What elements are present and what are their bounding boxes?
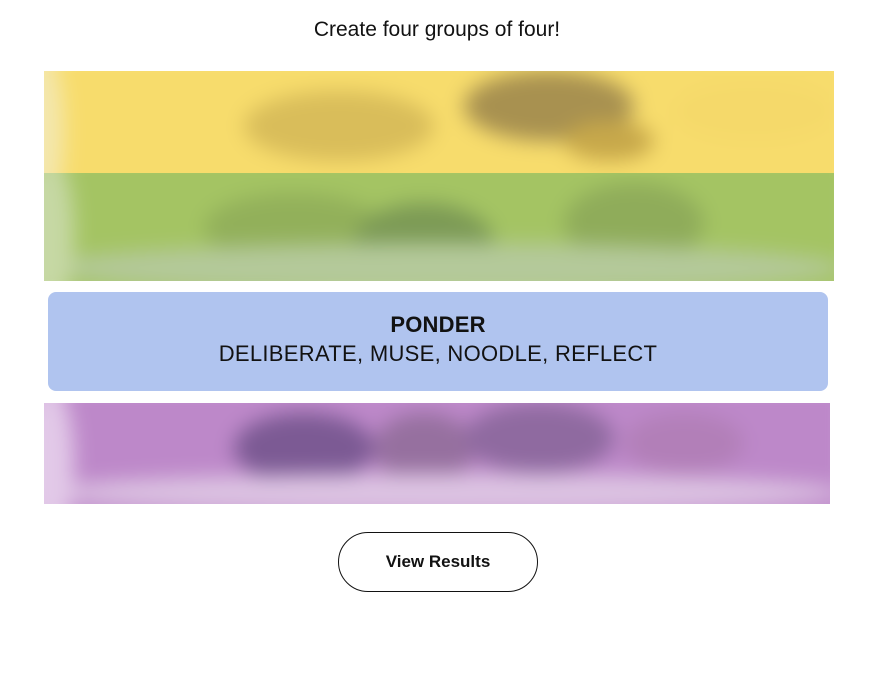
obscured-green-group <box>44 173 834 281</box>
game-board: Create four groups of four! PONDER DELIB… <box>0 0 891 680</box>
view-results-button[interactable]: View Results <box>338 532 538 592</box>
obscured-yellow-group <box>44 71 834 183</box>
solved-group-members: DELIBERATE, MUSE, NOODLE, REFLECT <box>218 341 658 366</box>
solved-group-category: PONDER <box>390 312 486 337</box>
solved-group-blue: PONDER DELIBERATE, MUSE, NOODLE, REFLECT <box>48 292 828 391</box>
obscured-purple-group <box>44 403 830 504</box>
instructions-text: Create four groups of four! <box>313 18 561 41</box>
